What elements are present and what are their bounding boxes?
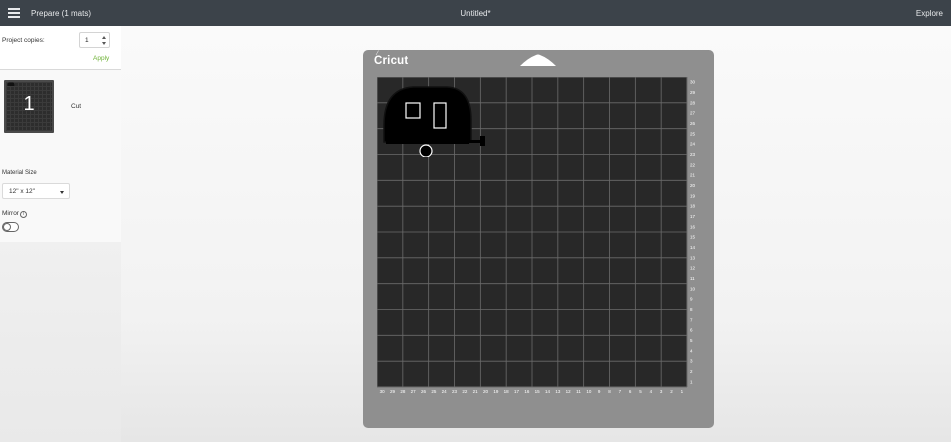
right-ruler-label: 27: [690, 111, 696, 116]
bottom-ruler-label: 19: [493, 389, 499, 394]
right-ruler-label: 26: [690, 121, 696, 126]
document-title: Untitled*: [460, 9, 491, 18]
right-ruler-label: 7: [690, 317, 693, 322]
bottom-ruler-label: 1: [681, 389, 684, 394]
right-ruler-label: 4: [690, 348, 693, 353]
bottom-ruler-label: 14: [545, 389, 551, 394]
bottom-ruler-label: 8: [608, 389, 611, 394]
bottom-ruler-label: 21: [473, 389, 479, 394]
decrement-icon[interactable]: [102, 42, 106, 45]
project-copies-section: Project copies: 1 Apply: [0, 26, 121, 70]
project-copies-label: Project copies:: [2, 37, 45, 44]
right-ruler-label: 15: [690, 235, 696, 240]
bottom-ruler-label: 7: [619, 389, 622, 394]
right-ruler-label: 19: [690, 193, 696, 198]
bottom-ruler-label: 29: [390, 389, 396, 394]
right-ruler-label: 12: [690, 266, 696, 271]
right-ruler-label: 10: [690, 286, 696, 291]
document-title-bar: Untitled*: [0, 9, 951, 18]
right-ruler-label: 23: [690, 152, 696, 157]
bottom-ruler-label: 27: [411, 389, 417, 394]
right-ruler-label: 24: [690, 142, 696, 147]
right-ruler-label: 22: [690, 162, 696, 167]
bottom-ruler-label: 6: [629, 389, 632, 394]
bottom-ruler-label: 5: [639, 389, 642, 394]
material-size-value: 12" x 12": [9, 188, 35, 195]
bottom-ruler-label: 4: [650, 389, 653, 394]
right-ruler-label: 16: [690, 224, 696, 229]
project-copies-stepper[interactable]: 1: [79, 32, 110, 48]
bottom-ruler-label: 22: [462, 389, 468, 394]
bottom-ruler-label: 18: [504, 389, 510, 394]
mat-number: 1: [23, 93, 35, 115]
prepare-title: Prepare (1 mats): [31, 9, 92, 18]
hang-tab-icon: [520, 54, 556, 66]
right-ruler-label: 14: [690, 245, 696, 250]
right-ruler-label: 18: [690, 204, 696, 209]
right-ruler-label: 8: [690, 307, 693, 312]
right-ruler-label: 6: [690, 328, 693, 333]
increment-icon[interactable]: [102, 36, 106, 39]
mat-thumbnail[interactable]: 1: [4, 80, 54, 133]
project-copies-value[interactable]: 1: [85, 37, 89, 44]
explore-link[interactable]: Explore: [916, 9, 943, 18]
bottom-ruler-label: 24: [442, 389, 448, 394]
top-bar: Prepare (1 mats) Untitled* Explore: [0, 0, 951, 26]
chevron-down-icon: [60, 190, 64, 194]
bottom-ruler-label: 10: [586, 389, 592, 394]
right-ruler-label: 20: [690, 183, 696, 188]
bottom-ruler-label: 17: [514, 389, 520, 394]
bottom-ruler-label: 15: [535, 389, 541, 394]
bottom-ruler-label: 16: [524, 389, 530, 394]
toggle-knob: [3, 223, 11, 231]
mirror-label: Mirror: [2, 210, 19, 217]
bottom-ruler-label: 25: [431, 389, 437, 394]
right-ruler-label: 1: [690, 379, 693, 384]
right-ruler-label: 30: [690, 80, 696, 85]
hamburger-menu-icon[interactable]: [8, 8, 20, 18]
right-ruler-label: 25: [690, 131, 696, 136]
bottom-ruler-label: 12: [566, 389, 572, 394]
bottom-ruler-label: 13: [555, 389, 561, 394]
bottom-ruler-label: 26: [421, 389, 427, 394]
brand-logo: Cricut: [374, 55, 409, 67]
mirror-toggle[interactable]: [2, 222, 19, 232]
right-ruler-label: 29: [690, 90, 696, 95]
right-ruler-label: 9: [690, 297, 693, 302]
apply-button[interactable]: Apply: [93, 55, 109, 62]
info-icon[interactable]: i: [19, 211, 27, 218]
material-size-select[interactable]: 12" x 12": [2, 183, 70, 199]
mat-card: 1 Cut Material Size 12" x 12" Mirror i: [0, 70, 121, 242]
bottom-ruler-label: 23: [452, 389, 458, 394]
right-ruler-label: 11: [690, 276, 695, 281]
mirror-label-row: Mirror i: [2, 210, 27, 218]
material-size-label: Material Size: [2, 170, 37, 176]
left-panel: Project copies: 1 Apply 1 Cut Material S…: [0, 26, 121, 442]
camper-trailer-icon[interactable]: [381, 82, 487, 157]
bottom-ruler-label: 3: [660, 389, 663, 394]
right-ruler-label: 3: [690, 359, 693, 364]
bottom-ruler-label: 2: [670, 389, 673, 394]
bottom-ruler-label: 9: [598, 389, 601, 394]
right-ruler-label: 13: [690, 255, 696, 260]
right-ruler-label: 17: [690, 214, 696, 219]
thumbnail-camper-icon: [7, 82, 15, 86]
right-ruler-label: 21: [690, 173, 696, 178]
cutting-mat: ⁄ Cricut 1234567891011121234567891011123…: [363, 50, 714, 428]
mat-operation-label: Cut: [71, 103, 82, 110]
right-ruler-label: 5: [690, 338, 693, 343]
right-ruler-label: 2: [690, 369, 693, 374]
bottom-ruler-label: 11: [576, 389, 581, 394]
right-ruler-label: 28: [690, 100, 696, 105]
bottom-ruler-label: 28: [400, 389, 406, 394]
bottom-ruler-label: 20: [483, 389, 489, 394]
bottom-ruler-label: 30: [380, 389, 386, 394]
